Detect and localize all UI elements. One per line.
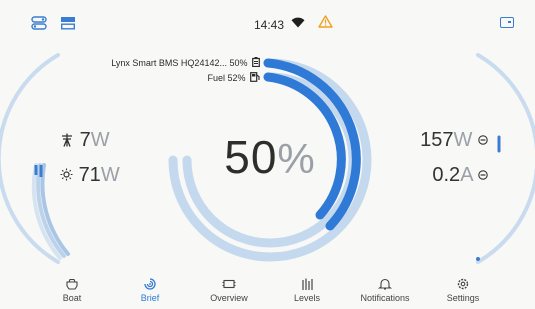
app-screen: 14:43 Lynx Smart BMS HQ24142... 50% Fuel… [0, 0, 535, 309]
nav-boat[interactable]: Boat [32, 272, 112, 303]
nav-levels[interactable]: Levels [267, 272, 347, 303]
brief-icon [144, 278, 156, 290]
right-end-dot [476, 257, 480, 261]
fuel-source-label: Fuel 52% [207, 73, 246, 83]
battery-icon [252, 57, 260, 68]
nav-overview-label: Overview [210, 293, 248, 303]
bell-icon [378, 278, 392, 290]
nav-settings-label: Settings [446, 293, 480, 303]
bottom-nav: Boat Brief Overview Levels Notifications… [0, 272, 535, 309]
sun-power-value: 71 [78, 164, 101, 186]
overview-icon [222, 279, 236, 289]
solar-tower-icon [62, 133, 72, 147]
sun-icon [60, 168, 73, 181]
dc-current-unit: A [460, 164, 473, 186]
dc-power-unit: W [453, 129, 473, 151]
right-outer-arc [476, 53, 535, 264]
battery-source-row[interactable]: Lynx Smart BMS HQ24142... 50% [60, 57, 260, 68]
battery-source-label: Lynx Smart BMS HQ24142... 50% [111, 58, 248, 68]
minus-circle-icon [478, 170, 488, 180]
nav-levels-label: Levels [293, 293, 320, 303]
dc-current-stat: 0.2A [432, 164, 488, 187]
state-of-charge-value: 50% [200, 130, 340, 184]
dc-current-value: 0.2 [432, 164, 461, 186]
nav-overview[interactable]: Overview [189, 272, 269, 303]
nav-brief-label: Brief [140, 293, 160, 303]
gear-icon [457, 278, 469, 290]
nav-boat-label: Boat [62, 293, 82, 303]
nav-brief[interactable]: Brief [110, 272, 190, 303]
nav-notifications[interactable]: Notifications [345, 272, 425, 303]
dc-power-value: 157 [420, 129, 454, 151]
fuel-source-row[interactable]: Fuel 52% [140, 72, 260, 83]
sun-power-stat: 71W [60, 164, 120, 187]
solar-power-value: 7 [79, 129, 91, 151]
boat-icon [66, 278, 78, 290]
solar-power-unit: W [90, 129, 110, 151]
minus-circle-icon [478, 135, 488, 145]
nav-notifications-label: Notifications [360, 293, 410, 303]
fuel-icon [250, 72, 260, 82]
nav-settings[interactable]: Settings [423, 272, 503, 303]
state-of-charge-unit: % [277, 135, 316, 182]
sun-power-unit: W [100, 164, 120, 186]
levels-icon [302, 278, 313, 290]
state-of-charge-number: 50 [224, 131, 278, 183]
solar-power-stat: 7W [60, 129, 110, 152]
dc-power-stat: 157W [420, 129, 488, 152]
